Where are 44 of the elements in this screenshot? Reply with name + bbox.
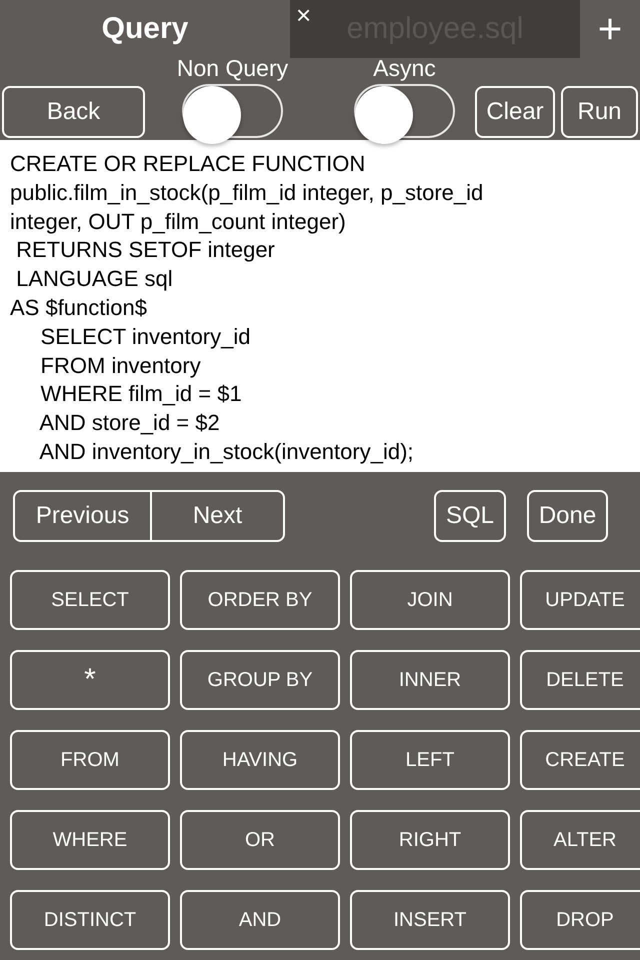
keyword-key[interactable]: * <box>10 650 170 710</box>
keyword-key[interactable]: DISTINCT <box>10 890 170 950</box>
keyword-key[interactable]: OR <box>180 810 340 870</box>
next-button[interactable]: Next <box>150 492 283 540</box>
keyword-key[interactable]: WHERE <box>10 810 170 870</box>
keyword-key[interactable]: UPDATE <box>520 570 640 630</box>
back-button[interactable]: Back <box>2 86 145 138</box>
code-line: AS $function$ <box>10 294 147 322</box>
code-line: public.film_in_stock(p_film_id integer, p_store_id <box>10 178 484 207</box>
keyword-key[interactable]: RIGHT <box>350 810 510 870</box>
toggle-label: Async <box>373 55 436 82</box>
keyword-key[interactable]: INSERT <box>350 890 510 950</box>
code-line: AND store_id = $2 <box>38 409 220 438</box>
previous-button[interactable]: Previous <box>15 492 150 540</box>
done-button[interactable]: Done <box>527 490 608 542</box>
tab[interactable]: Query <box>0 0 290 58</box>
code-line: SELECT inventory_id <box>40 322 250 351</box>
code-line: LANGUAGE sql <box>15 265 173 294</box>
close-button[interactable]: × <box>294 0 314 30</box>
code-line: RETURNS SETOF integer <box>15 236 275 264</box>
keyword-key[interactable]: JOIN <box>350 570 510 630</box>
add-tab-button[interactable]: + <box>580 0 640 58</box>
code-line: integer, OUT p_film_count integer) <box>10 208 346 236</box>
sql-button[interactable]: SQL <box>434 490 506 542</box>
keyword-key[interactable]: ORDER BY <box>180 570 340 630</box>
code-line: CREATE OR REPLACE FUNCTION <box>10 150 366 178</box>
keyword-key[interactable]: DELETE <box>520 650 640 710</box>
keyword-key[interactable]: INNER <box>350 650 510 710</box>
code-editor[interactable] <box>0 140 640 472</box>
code-line: WHERE film_id = $1 <box>40 380 242 408</box>
keyword-key[interactable]: AND <box>180 890 340 950</box>
toggle-label: Non Query <box>176 55 288 82</box>
keyword-key[interactable]: HAVING <box>180 730 340 790</box>
keyword-key[interactable]: CREATE <box>520 730 640 790</box>
clear-button[interactable]: Clear <box>475 86 555 138</box>
keyword-key[interactable]: ALTER <box>520 810 640 870</box>
code-line: FROM inventory <box>40 352 201 380</box>
keyword-key[interactable]: SELECT <box>10 570 170 630</box>
keyword-key[interactable]: DROP <box>520 890 640 950</box>
keyword-key[interactable]: FROM <box>10 730 170 790</box>
keyword-key[interactable]: LEFT <box>350 730 510 790</box>
keyword-key[interactable]: GROUP BY <box>180 650 340 710</box>
code-line: AND inventory_in_stock(inventory_id); <box>38 438 414 466</box>
run-button[interactable]: Run <box>561 86 638 138</box>
